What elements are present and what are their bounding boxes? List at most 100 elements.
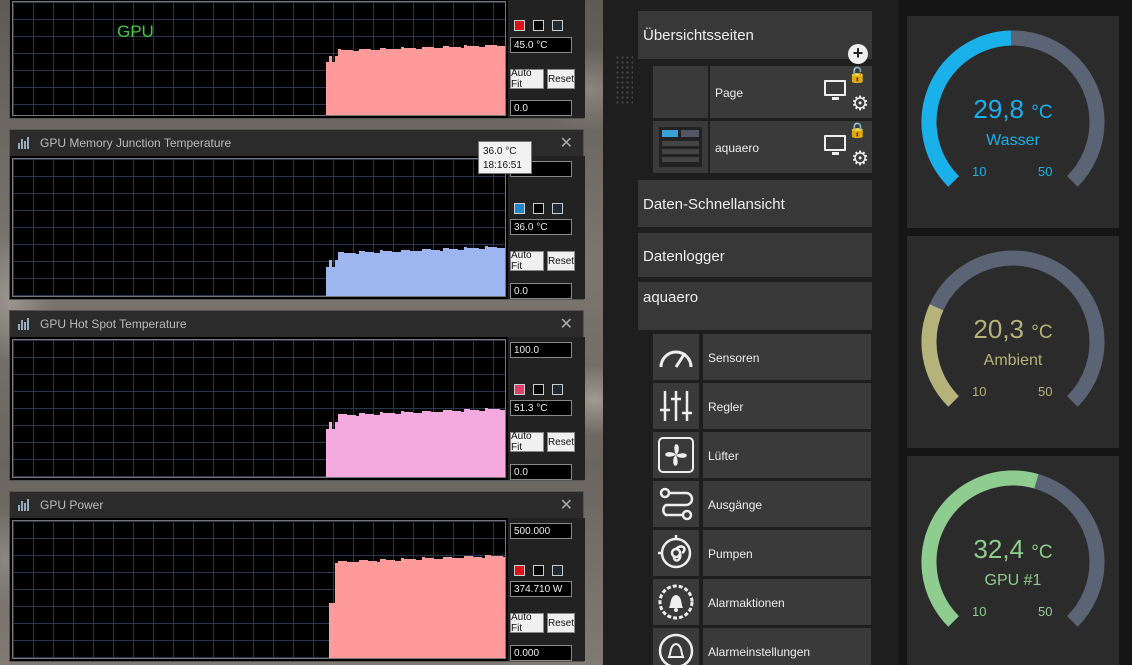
device-item-label: Regler [703,383,871,429]
add-page-icon[interactable]: + [848,44,868,64]
gauge-wasser[interactable]: 29,8 °C Wasser 10 50 [907,16,1119,228]
device-item[interactable]: Lüfter [653,432,873,478]
page-thumbnail[interactable] [653,66,708,118]
gear-icon[interactable]: ⚙ [851,149,869,169]
quick-view-section[interactable]: Daten-Schnellansicht [638,180,872,227]
device-section[interactable]: aquaero [638,282,872,330]
max-value-field[interactable]: 100.0 [510,342,572,358]
gauge-min: 10 [972,164,987,179]
gpu-temperature-plot: GPU [12,1,506,116]
device-item-label: Sensoren [703,334,871,380]
close-icon[interactable]: ✕ [560,495,573,515]
alarm-settings-icon [653,628,699,665]
datalogger-label: Datenlogger [643,248,725,265]
gear-icon[interactable]: ⚙ [851,94,869,114]
gauge-unit: °C [1031,542,1053,563]
color-swatch-gray[interactable] [552,565,563,576]
overview-pages-section[interactable]: Übersichtsseiten + [638,11,872,64]
current-value-field: 36.0 °C [510,219,572,235]
quick-view-label: Daten-Schnellansicht [643,196,785,213]
graph-side-panel: 500.000 374.710 W Auto Fit Reset 0.000 [508,518,585,661]
gpu-power-graph-window: GPU Power ✕ 500.000 374.710 W Auto Fit R… [9,491,585,662]
unlocked-icon[interactable]: 🔓 [848,68,867,84]
gauge-value-number: 32,4 [973,534,1025,564]
reset-button[interactable]: Reset [547,432,575,452]
device-item[interactable]: Alarmeinstellungen [653,628,873,665]
hwinfo-app-icon [18,137,32,149]
auto-fit-button[interactable]: Auto Fit [510,250,544,272]
color-swatch-white[interactable] [533,203,544,214]
sliders-icon [653,383,699,429]
series-color-swatch[interactable] [514,384,525,395]
auto-fit-button[interactable]: Auto Fit [510,431,544,453]
device-label: aquaero [643,289,699,306]
min-value-field[interactable]: 0.000 [510,645,572,661]
overview-pages-label: Übersichtsseiten [643,27,754,44]
window-titlebar[interactable]: GPU Power ✕ [10,492,583,518]
graph-side-panel: 45.0 °C Auto Fit Reset 0.0 [508,0,585,118]
gauge-gpu1[interactable]: 32,4 °C GPU #1 10 50 [907,456,1119,665]
datalogger-section[interactable]: Datenlogger [638,233,872,277]
min-value-field[interactable]: 0.0 [510,464,572,480]
device-item[interactable]: Ausgänge [653,481,873,527]
gauge-label: Ambient [983,352,1043,369]
gauge-ambient[interactable]: 20,3 °C Ambient 10 50 [907,236,1119,448]
auto-fit-button[interactable]: Auto Fit [510,68,544,90]
plot-bar [503,556,505,658]
gauge-unit: °C [1031,322,1053,343]
device-item[interactable]: Regler [653,383,873,429]
window-title: GPU Power [40,498,104,512]
max-value-field[interactable]: 500.000 [510,523,572,539]
device-item[interactable]: Sensoren [653,334,873,380]
gauge-value: 29,8 °C [907,94,1119,125]
color-swatch-white[interactable] [533,565,544,576]
series-color-swatch[interactable] [514,565,525,576]
gauge-value: 32,4 °C [907,534,1119,565]
plot-bars [13,2,505,115]
reset-button[interactable]: Reset [547,251,575,271]
series-color-swatch[interactable] [514,203,525,214]
reset-button[interactable]: Reset [547,69,575,89]
gpu-hot-spot-plot [12,339,506,478]
color-swatch-white[interactable] [533,20,544,31]
min-value-field[interactable]: 0.0 [510,100,572,116]
current-value-field: 374.710 W [510,581,572,597]
device-item-label: Lüfter [703,432,871,478]
plot-bar [503,248,505,296]
gauge-column: 29,8 °C Wasser 10 50 20,3 °C Ambient 10 50 32,… [899,0,1132,665]
page-item-aquaero[interactable]: aquaero 🔒 ⚙ [710,121,872,173]
current-value-field: 51.3 °C [510,400,572,416]
color-swatches [514,384,563,395]
plot-bars [13,521,505,658]
gpu-temperature-graph-window: GPU 45.0 °C Auto Fit Reset 0.0 [9,0,585,119]
page-thumbnail-aquaero[interactable] [653,121,708,173]
color-swatch-white[interactable] [533,384,544,395]
color-swatch-gray[interactable] [552,203,563,214]
graph-side-panel: 100.0 51.3 °C Auto Fit Reset 0.0 [508,337,585,480]
gauge-min: 10 [972,384,987,399]
drag-handle[interactable] [615,55,633,105]
auto-fit-button[interactable]: Auto Fit [510,612,544,634]
close-icon[interactable]: ✕ [560,314,573,334]
color-swatch-gray[interactable] [552,20,563,31]
color-swatch-gray[interactable] [552,384,563,395]
window-titlebar[interactable]: GPU Hot Spot Temperature ✕ [10,311,583,337]
page-item-page[interactable]: Page 🔓 ⚙ [710,66,872,118]
navigation-sidebar: Übersichtsseiten + Page 🔓 ⚙ aquaero 🔒 ⚙ … [638,0,873,665]
graph-side-panel: 36.0 °C Auto Fit Reset 0.0 [508,156,585,299]
device-item-label: Ausgänge [703,481,871,527]
series-color-swatch[interactable] [514,20,525,31]
reset-button[interactable]: Reset [547,613,575,633]
gauge-label: GPU #1 [984,572,1042,589]
min-value-field[interactable]: 0.0 [510,283,572,299]
window-title: GPU Hot Spot Temperature [40,317,187,331]
device-item-label: Alarmaktionen [703,579,871,625]
device-item[interactable]: Alarmaktionen [653,579,873,625]
current-value-field: 45.0 °C [510,37,572,53]
lock-icon[interactable]: 🔒 [848,123,867,139]
monitor-icon[interactable] [824,80,846,100]
monitor-icon[interactable] [824,135,846,155]
close-icon[interactable]: ✕ [560,133,573,153]
device-item[interactable]: Pumpen [653,530,873,576]
gauge-max: 50 [1038,604,1053,619]
